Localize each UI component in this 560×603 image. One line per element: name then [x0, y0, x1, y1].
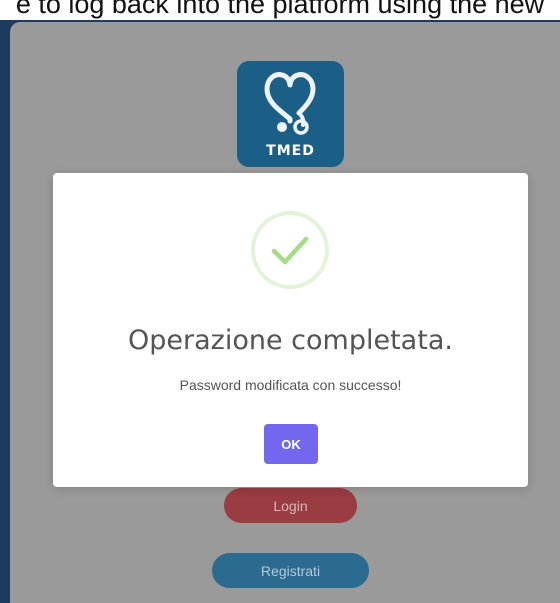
caption-text: e to log back into the platform using th…: [15, 0, 545, 19]
success-dialog: Operazione completata. Password modifica…: [53, 173, 528, 487]
dialog-title: Operazione completata.: [128, 325, 453, 356]
register-button[interactable]: Registrati: [212, 553, 369, 588]
caption-text-strip: e to log back into the platform using th…: [0, 0, 560, 22]
ok-button[interactable]: OK: [264, 424, 318, 464]
success-checkmark-icon: [251, 211, 329, 289]
logo-text: TMED: [266, 143, 315, 159]
dialog-message: Password modificata con successo!: [179, 377, 402, 393]
tmed-logo: TMED: [237, 61, 344, 167]
login-button[interactable]: Login: [224, 488, 357, 523]
